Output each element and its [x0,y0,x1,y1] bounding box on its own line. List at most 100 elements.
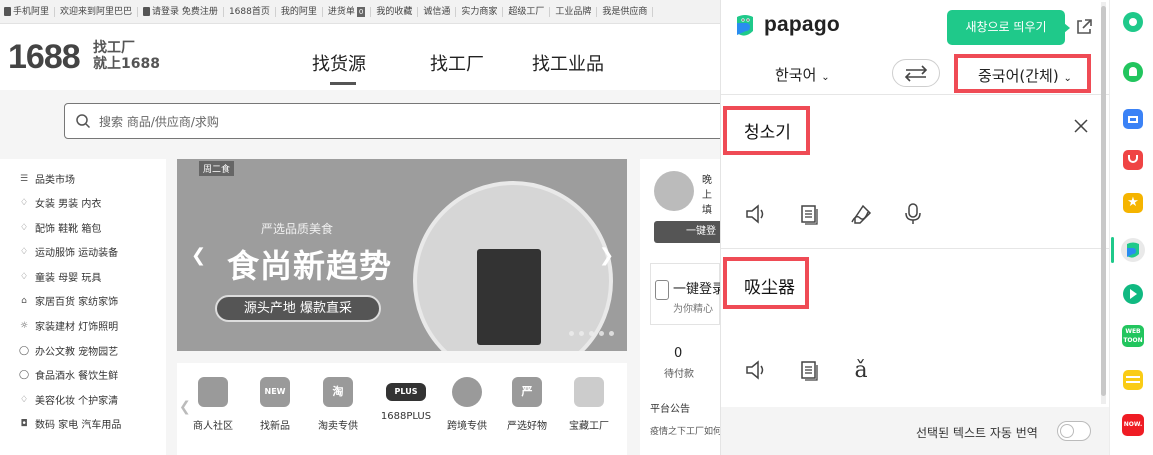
kids-icon: ♢ [19,271,29,282]
service-crossborder[interactable]: 跨境专供 [439,377,495,432]
topbar-chengxin[interactable]: 诚信通 [418,6,457,17]
banner-prev-icon[interactable]: ❮ [191,245,206,266]
translation-result-area[interactable]: 吸尘器 [723,257,809,309]
target-language-select[interactable]: 중국어(간체) ⌄ [954,54,1091,93]
speaker-icon[interactable] [739,356,775,384]
topbar-super-factory[interactable]: 超级工厂 [503,6,551,17]
sport-icon: ♢ [19,246,29,257]
service-new[interactable]: NEW 找新品 [247,377,303,432]
site-search-input[interactable]: 搜索 商品/供应商/求购 [64,103,720,139]
swap-languages-button[interactable] [892,59,940,87]
category-item[interactable]: ♢ 童装 母婴 玩具 [18,269,101,285]
one-click-login-button[interactable]: 一键登 [654,221,720,243]
blue-bag-ext-icon[interactable] [1123,109,1143,129]
nav-tab-find-goods[interactable]: 找货源 [312,50,366,76]
auto-translate-label: 선택된 텍스트 자동 번역 [916,426,1038,440]
platform-notice-item[interactable]: 疫情之下工厂如何 [650,424,720,437]
shirt-icon: ♢ [19,197,29,208]
yellow-star-ext-icon[interactable]: ★ [1123,193,1143,213]
promo-banner[interactable]: 周二食 严选品质美食 食尚新趋势 源头产地 爆款直采 ❮ ❯ [177,159,627,351]
open-new-window-tooltip: 새창으로 띄우기 [947,10,1070,45]
handwriting-icon[interactable] [843,200,879,228]
service-yanxuan[interactable]: 严严选好物 [499,377,555,432]
green-play-ext-icon[interactable] [1123,284,1143,304]
category-item[interactable]: ♢ 女装 男装 内衣 [18,195,101,211]
pending-payment-label[interactable]: 待付款 [664,365,694,380]
red-pocket-ext-icon[interactable] [1123,150,1143,170]
bottle-icon: ♢ [19,394,29,405]
microphone-icon[interactable] [895,200,931,228]
source-language-select[interactable]: 한국어 ⌄ [775,64,830,85]
chevron-down-icon: ⌄ [821,72,830,83]
site-logo[interactable]: 1688 [8,38,81,77]
chat-icon: ◯ [18,345,30,356]
banner-product-image [477,249,541,345]
service-factory[interactable]: 宝藏工厂 [561,377,617,432]
category-item[interactable]: ♢ 美容化妆 个护家清 [18,392,118,408]
pinyin-icon[interactable]: ǎ [843,356,879,384]
now-ext-icon[interactable]: NOW. [1122,414,1144,436]
divider [721,248,1110,249]
greeting: 晚上填 [702,175,712,216]
speaker-icon[interactable] [739,200,775,228]
banner-cta[interactable]: 源头产地 爆款直采 [215,295,381,322]
topbar-welcome: 欢迎来到阿里巴巴 [55,6,139,17]
extension-sidebar: ★ WEB TOON NOW. [1109,0,1153,455]
papago-logo-icon [737,15,753,36]
auto-translate-toggle[interactable] [1057,421,1091,441]
copy-icon[interactable] [791,356,827,384]
topbar-supplier[interactable]: 我是供应商 [597,6,654,17]
translated-text: 吸尘器 [744,278,795,298]
quick-login-card[interactable]: 一键登录 为你精心 [650,263,720,325]
heel-icon: ♢ [19,222,29,233]
plane-icon [452,377,482,407]
platform-notice-title[interactable]: 平台公告 [650,400,690,415]
panel-scrollbar[interactable] [1101,2,1106,404]
category-item[interactable]: ♢ 运动服饰 运动装备 [18,244,118,260]
close-icon[interactable] [1073,118,1089,134]
source-text-area[interactable]: 청소기 [723,106,810,155]
topbar-industrial[interactable]: 工业品牌 [550,6,598,17]
search-placeholder: 搜索 商品/供应商/求购 [99,114,219,129]
topbar-home[interactable]: 1688首页 [224,6,276,17]
category-item[interactable]: ♢ 配饰 鞋靴 箱包 [18,220,101,236]
banner-pagination[interactable] [569,331,614,336]
topbar-my-ali[interactable]: 我的阿里 [276,6,323,17]
topbar-favorites[interactable]: 我的收藏 [371,6,419,17]
category-item[interactable]: ☼ 家装建材 灯饰照明 [18,318,118,334]
source-toolbar [739,200,931,228]
nav-tab-industrial[interactable]: 找工业品 [532,50,604,76]
menu-icon: ☰ [19,173,29,184]
pending-payment-count[interactable]: 0 [674,346,682,361]
user-panel: 晚上填 一键登 一键登录 为你精心 0 待付款 平台公告 疫情之下工厂如何 [640,159,720,455]
topbar-mobile[interactable]: 手机阿里 [0,6,56,17]
swap-icon [904,65,928,82]
topbar-cart[interactable]: 进货单 0 [323,6,372,17]
topbar-login[interactable]: 请登录 免费注册 [138,6,224,17]
new-icon: NEW [260,377,290,407]
category-item[interactable]: ◯ 食品酒水 餐饮生鲜 [18,367,118,383]
service-plus[interactable]: PLUS 1688PLUS [378,377,434,422]
copy-icon[interactable] [791,200,827,228]
home-icon: ⌂ [21,295,27,306]
papago-ext-icon[interactable] [1121,238,1145,262]
yellow-memo-ext-icon[interactable] [1123,370,1143,390]
category-item[interactable]: ◯ 办公文教 宠物园艺 [18,343,118,359]
search-icon [76,114,91,129]
papago-panel: papago 새창으로 띄우기 한국어 ⌄ 중국어(간체) ⌄ 청소기 吸尘器 [720,0,1110,455]
external-link-icon[interactable] [1075,18,1093,36]
green-circle-ext-icon[interactable] [1123,12,1143,32]
logo-slogan: 找工厂 就上1688 [93,40,160,72]
category-item[interactable]: ◘ 数码 家电 汽车用品 [18,416,121,432]
category-item[interactable]: ⌂ 家居百货 家纺家饰 [18,293,118,309]
banner-next-icon[interactable]: ❯ [599,245,614,266]
service-taobao[interactable]: 淘淘卖专供 [310,377,366,432]
webtoon-ext-icon[interactable]: WEB TOON [1122,325,1144,347]
nav-tab-find-factory[interactable]: 找工厂 [430,50,484,76]
topbar-merchants[interactable]: 实力商家 [456,6,504,17]
user-icon [143,7,151,16]
green-bell-ext-icon[interactable] [1123,62,1143,82]
result-toolbar: ǎ [739,356,879,384]
service-icons-row: ❮ 商人社区 NEW 找新品 淘淘卖专供 PLUS 1688PLUS 跨境专供 严严… [177,363,627,455]
service-community[interactable]: 商人社区 [185,377,241,432]
